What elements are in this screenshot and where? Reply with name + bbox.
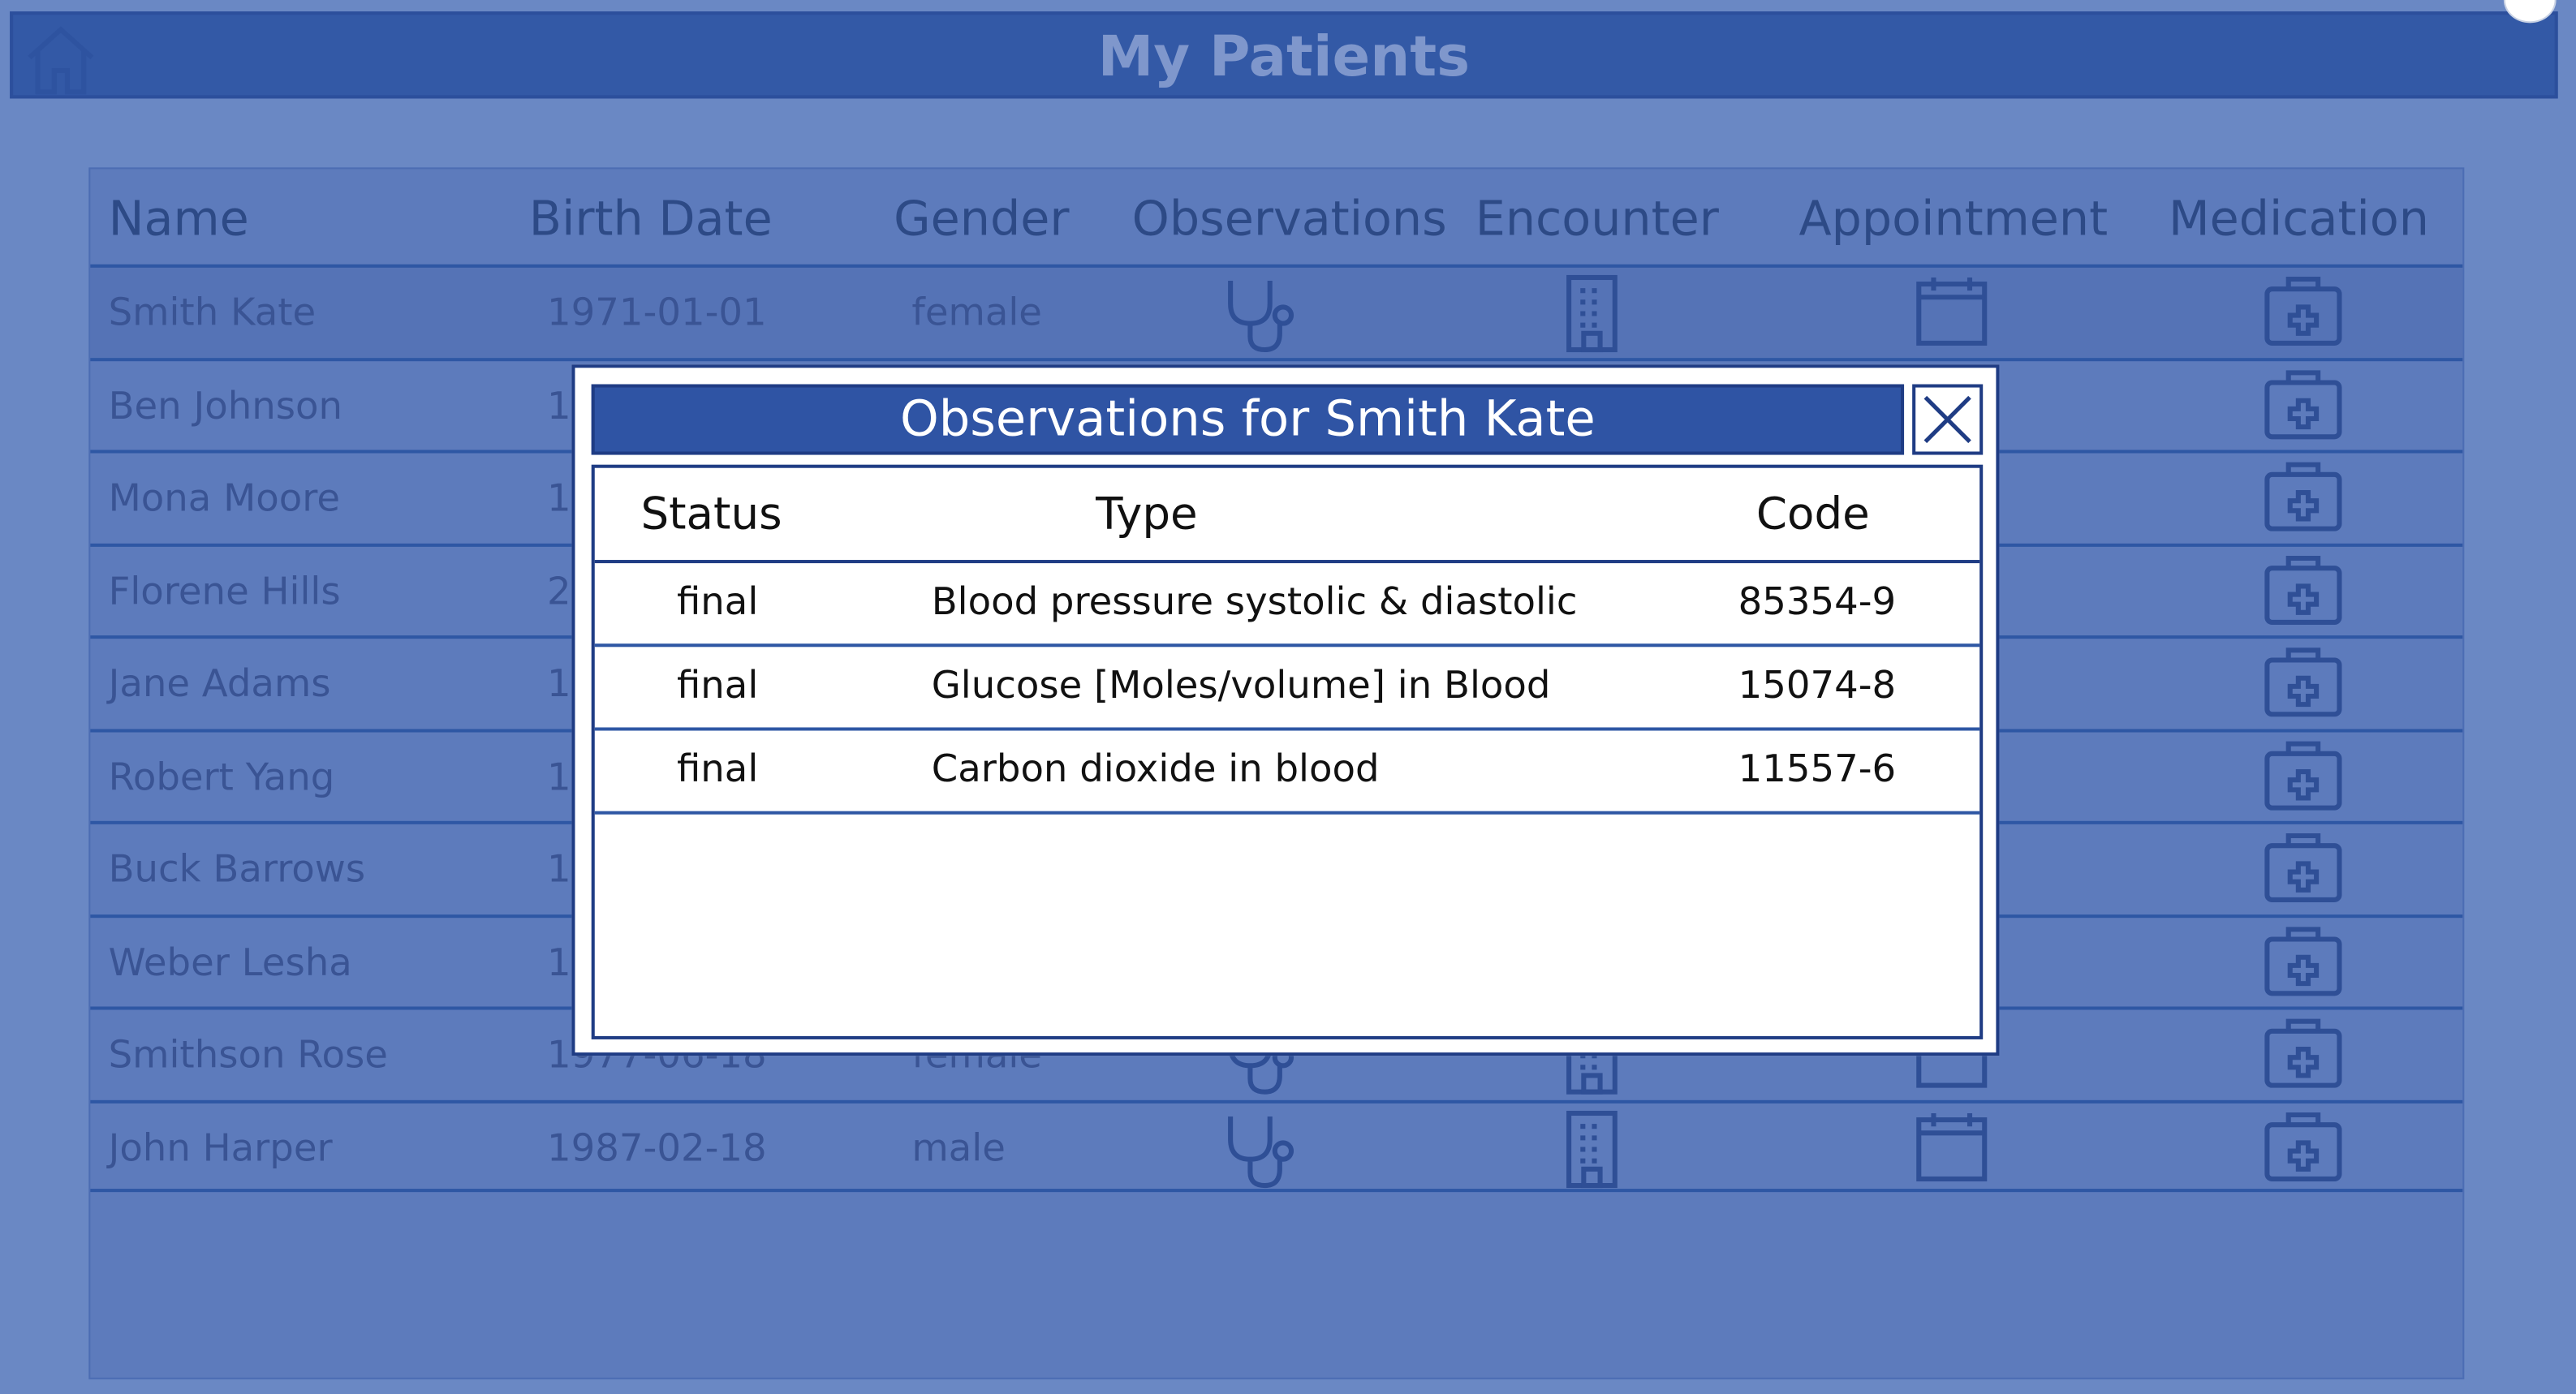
close-icon[interactable] <box>1912 384 1984 455</box>
patient-birth-date: 1 <box>547 941 571 985</box>
column-header-encounter[interactable]: Encounter <box>1475 169 1719 267</box>
stethoscope-icon[interactable] <box>1221 274 1309 363</box>
medical-kit-icon[interactable] <box>2262 831 2344 913</box>
column-header-appointment[interactable]: Appointment <box>1798 169 2108 267</box>
column-header-birth-date[interactable]: Birth Date <box>529 169 773 267</box>
patient-birth-date: 1 <box>547 755 571 799</box>
medical-kit-icon[interactable] <box>2262 645 2344 727</box>
patient-gender: male <box>911 1127 1006 1170</box>
patient-gender: female <box>911 292 1042 335</box>
observation-status: final <box>676 581 759 624</box>
patient-name: Weber Lesha <box>108 941 352 985</box>
observation-type: Glucose [Moles/volume] in Blood <box>931 665 1551 708</box>
grid-header: Name Birth Date Gender Observations Enco… <box>90 169 2462 264</box>
column-header-medication[interactable]: Medication <box>2169 169 2429 267</box>
column-header-name[interactable]: Name <box>109 169 249 267</box>
page-title: My Patients <box>1097 24 1471 91</box>
patient-birth-date: 1971-01-01 <box>547 292 767 335</box>
medical-kit-icon[interactable] <box>2262 367 2344 449</box>
patient-name: John Harper <box>108 1127 333 1170</box>
patient-name: Ben Johnson <box>108 385 342 428</box>
observation-status: final <box>676 665 759 708</box>
medical-kit-icon[interactable] <box>2262 923 2344 1005</box>
medical-kit-icon[interactable] <box>2262 553 2344 635</box>
column-header-gender[interactable]: Gender <box>894 169 1069 267</box>
patient-name: Robert Yang <box>108 755 335 799</box>
dialog-title: Observations for Smith Kate <box>591 384 1905 455</box>
observations-dialog: Observations for Smith Kate Status Type … <box>571 364 2000 1056</box>
patient-name: Smithson Rose <box>108 1034 388 1078</box>
patient-birth-date: 1 <box>547 663 571 707</box>
app-header: My Patients <box>10 11 2558 99</box>
table-row[interactable]: final Carbon dioxide in blood 11557-6 <box>594 731 1980 815</box>
medical-kit-icon[interactable] <box>2262 1017 2344 1099</box>
patient-name: Smith Kate <box>108 292 317 335</box>
calendar-icon[interactable] <box>1914 274 1989 356</box>
patient-birth-date: 1 <box>547 385 571 428</box>
patient-birth-date: 1 <box>547 849 571 892</box>
column-header-status: Status <box>640 489 782 540</box>
calendar-icon[interactable] <box>1914 1109 1989 1191</box>
building-icon[interactable] <box>1562 1109 1622 1198</box>
medical-kit-icon[interactable] <box>2262 274 2344 356</box>
table-row[interactable]: final Blood pressure systolic & diastoli… <box>594 563 1980 648</box>
medical-kit-icon[interactable] <box>2262 460 2344 542</box>
patient-birth-date: 1987-02-18 <box>547 1127 767 1170</box>
table-row[interactable]: final Glucose [Moles/volume] in Blood 15… <box>594 647 1980 731</box>
patient-name: Florene Hills <box>108 570 341 613</box>
column-header-code: Code <box>1755 489 1870 540</box>
observation-code: 15074-8 <box>1738 665 1897 708</box>
patient-row[interactable]: Smith Kate 1971-01-01 female <box>90 264 2463 358</box>
observation-type: Blood pressure systolic & diastolic <box>931 581 1578 624</box>
column-header-type: Type <box>1096 489 1198 540</box>
column-header-observations[interactable]: Observations <box>1132 169 1447 267</box>
observations-table: Status Type Code final Blood pressure sy… <box>591 464 1984 1039</box>
observation-status: final <box>676 748 759 792</box>
patient-birth-date: 2 <box>547 570 571 613</box>
stethoscope-icon[interactable] <box>1221 1109 1309 1198</box>
medical-kit-icon[interactable] <box>2262 1109 2344 1191</box>
observation-type: Carbon dioxide in blood <box>931 748 1380 792</box>
patient-name: Mona Moore <box>108 477 341 521</box>
patient-birth-date: 1 <box>547 477 571 521</box>
observation-code: 11557-6 <box>1738 748 1897 792</box>
observation-code: 85354-9 <box>1738 581 1897 624</box>
building-icon[interactable] <box>1562 274 1622 363</box>
patient-name: Buck Barrows <box>108 849 366 892</box>
table-header: Status Type Code <box>594 468 1980 564</box>
patient-name: Jane Adams <box>108 663 331 707</box>
medical-kit-icon[interactable] <box>2262 738 2344 820</box>
patient-row[interactable]: John Harper 1987-02-18 male <box>90 1099 2463 1193</box>
